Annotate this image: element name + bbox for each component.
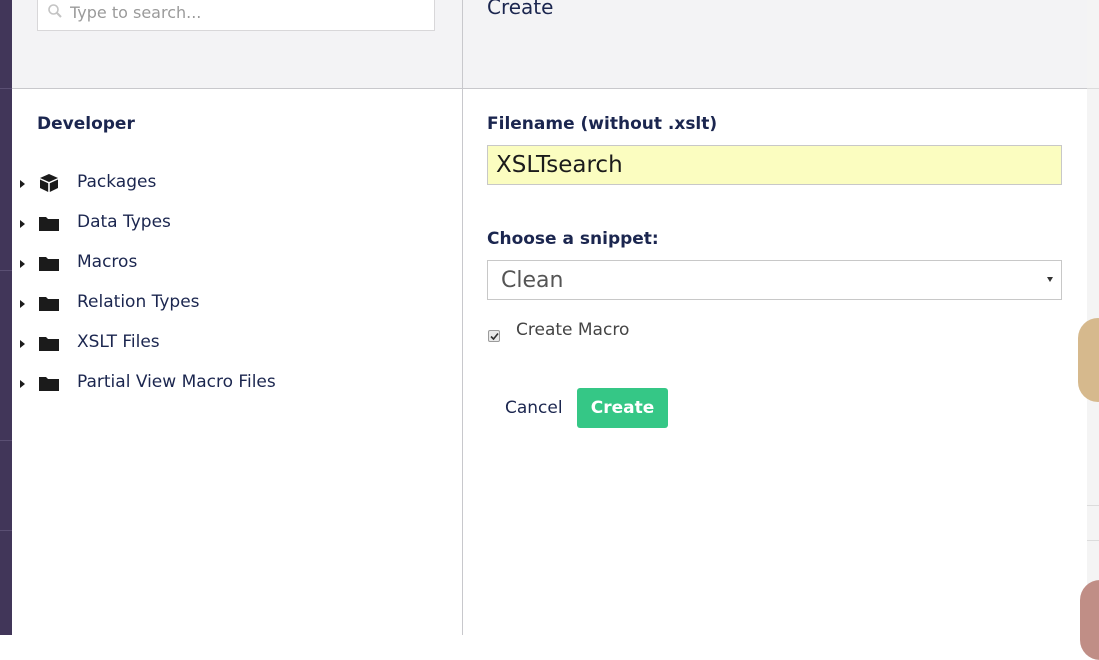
snippet-select[interactable]: Clean [487, 260, 1062, 300]
dialog-title: Create [487, 0, 554, 19]
tree-header [12, 0, 462, 89]
folder-icon [39, 377, 59, 391]
tree-item-packages[interactable]: Packages [12, 163, 462, 203]
tree-item-label: Macros [77, 252, 138, 272]
tree-item-relation-types[interactable]: Relation Types [12, 283, 462, 323]
sidebar-divider [0, 270, 12, 271]
app-sidebar-strip [0, 0, 12, 635]
folder-icon [39, 257, 59, 271]
tree-item-label: Packages [77, 172, 157, 192]
tree-item-label: XSLT Files [77, 332, 160, 352]
background-avatar [1078, 318, 1099, 402]
divider-line [1087, 505, 1099, 506]
tree-item-label: Relation Types [77, 292, 200, 312]
tree-panel: Developer Packages Data Types Macros [12, 0, 463, 635]
expand-caret-icon[interactable] [20, 340, 25, 348]
divider-line [1087, 540, 1099, 541]
folder-icon [39, 297, 59, 311]
tree-item-partial-view-macro-files[interactable]: Partial View Macro Files [12, 363, 462, 403]
sidebar-divider [0, 440, 12, 441]
create-macro-checkbox[interactable] [488, 330, 500, 342]
expand-caret-icon[interactable] [20, 180, 25, 188]
snippet-label: Choose a snippet: [487, 229, 659, 249]
dialog-header: Create [463, 0, 1087, 89]
tree-item-macros[interactable]: Macros [12, 243, 462, 283]
expand-caret-icon[interactable] [20, 300, 25, 308]
chevron-down-icon [1047, 277, 1053, 282]
sidebar-divider [0, 530, 12, 531]
tree-item-data-types[interactable]: Data Types [12, 203, 462, 243]
tree-item-xslt-files[interactable]: XSLT Files [12, 323, 462, 363]
search-icon [48, 4, 62, 18]
filename-input[interactable] [487, 145, 1062, 185]
expand-caret-icon[interactable] [20, 380, 25, 388]
divider-line [1087, 88, 1099, 89]
create-macro-label: Create Macro [516, 320, 630, 340]
expand-caret-icon[interactable] [20, 260, 25, 268]
tree-item-label: Data Types [77, 212, 171, 232]
create-dialog: Create Filename (without .xslt) Choose a… [463, 0, 1087, 635]
cancel-button[interactable]: Cancel [493, 388, 575, 428]
tree-list: Packages Data Types Macros Relation Type… [12, 163, 462, 403]
expand-caret-icon[interactable] [20, 220, 25, 228]
folder-icon [39, 217, 59, 231]
background-avatar [1080, 580, 1099, 660]
create-button[interactable]: Create [577, 388, 668, 428]
search-box[interactable] [37, 0, 435, 31]
snippet-selected-value: Clean [501, 268, 564, 293]
filename-label: Filename (without .xslt) [487, 114, 718, 134]
sidebar-divider [0, 88, 12, 89]
tree-item-label: Partial View Macro Files [77, 372, 276, 392]
package-icon [40, 174, 58, 192]
search-input[interactable] [68, 0, 422, 25]
tree-section-title: Developer [37, 114, 135, 134]
folder-icon [39, 337, 59, 351]
checkmark-icon [490, 332, 499, 341]
